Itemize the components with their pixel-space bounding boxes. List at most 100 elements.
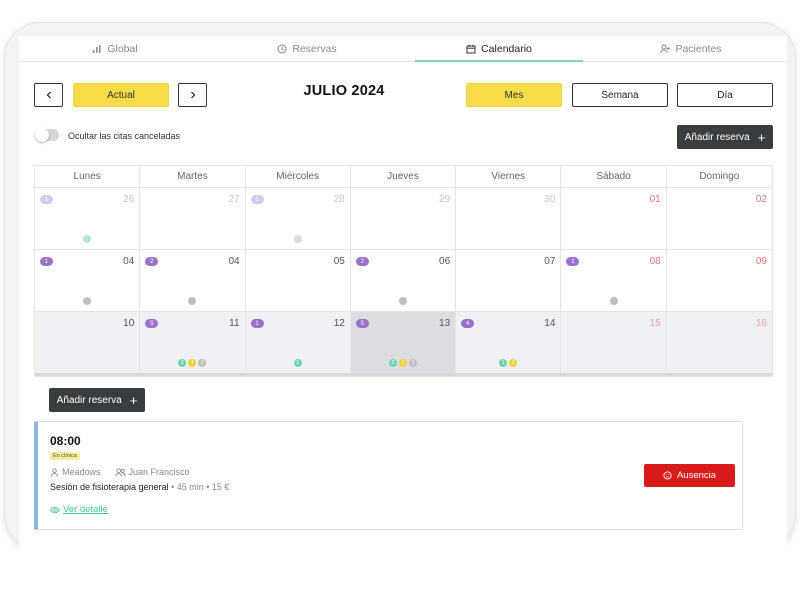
plus-icon: +: [129, 392, 138, 408]
calendar-day-cell[interactable]: 01: [561, 188, 667, 249]
calendar-day-cell[interactable]: 27: [140, 188, 246, 249]
tab-reservas-label: Reservas: [292, 42, 337, 55]
status-dot-gray: [188, 297, 197, 305]
hide-cancelled-toggle[interactable]: [35, 128, 59, 142]
calendar-day-cell[interactable]: 02: [667, 188, 772, 249]
view-week-button[interactable]: Semana: [572, 83, 668, 107]
calendar-day-cell[interactable]: 29: [351, 188, 457, 249]
user-icon: [50, 467, 59, 476]
calendar-day-cell[interactable]: 06 2: [351, 250, 457, 311]
plus-icon: +: [757, 129, 766, 145]
tab-global[interactable]: Global: [19, 36, 211, 61]
prev-month-button[interactable]: [34, 83, 63, 107]
day-number: 02: [755, 194, 767, 205]
patient-name: Juan Francisco: [128, 467, 190, 477]
day-number: 16: [755, 318, 767, 329]
calendar-day-cell[interactable]: 28 1: [246, 188, 351, 249]
panel-add-booking-label: Añadir reserva: [56, 394, 122, 406]
today-button[interactable]: Actual: [73, 83, 169, 107]
appointment-people: Meadows Juan Francisco: [50, 467, 190, 477]
day-number: 07: [544, 256, 556, 267]
session-meta: • 45 min • 15 €: [171, 482, 230, 492]
status-dot-teal: 1: [499, 359, 508, 367]
calendar-day-cell[interactable]: 05: [246, 250, 351, 311]
status-dot-yellow: 3: [509, 359, 518, 367]
hide-cancelled-label: Ocultar las citas canceladas: [68, 131, 181, 141]
calendar-day-cell[interactable]: 30: [456, 188, 562, 249]
view-details-link[interactable]: Ver detalle: [50, 504, 108, 515]
top-nav: Global Reservas Calendario Pacientes: [19, 36, 787, 62]
day-number: 30: [544, 194, 556, 205]
weekday-label: Miércoles: [246, 166, 351, 187]
sad-face-icon: [663, 471, 672, 480]
professional-name: Meadows: [62, 467, 101, 477]
tab-calendario-label: Calendario: [481, 42, 532, 55]
add-booking-button[interactable]: Añadir reserva +: [677, 125, 773, 149]
weekday-label: Lunes: [35, 166, 141, 187]
status-dot-gray: [609, 297, 618, 305]
weekday-header: Lunes Martes Miércoles Jueves Viernes Sá…: [35, 166, 772, 188]
absence-button[interactable]: Ausencia: [644, 464, 735, 487]
status-dot-gray: [398, 297, 407, 305]
tablet-frame: Global Reservas Calendario Pacientes Act…: [4, 22, 796, 557]
session-info: Sesión de fisioterapia general • 45 min …: [50, 482, 229, 492]
calendar-icon: [466, 44, 476, 53]
status-dot-yellow: 1: [188, 359, 197, 367]
day-number: 28: [333, 194, 345, 205]
booking-count-badge: 1: [40, 195, 53, 204]
patient: Juan Francisco: [114, 467, 190, 477]
calendar-day-cell[interactable]: 07: [456, 250, 562, 311]
month-calendar: Lunes Martes Miércoles Jueves Viernes Sá…: [34, 165, 773, 377]
day-number: 11: [229, 318, 240, 329]
tab-pacientes[interactable]: Pacientes: [595, 36, 787, 61]
day-number: 08: [649, 256, 661, 267]
next-month-button[interactable]: [178, 83, 207, 107]
day-number: 04: [228, 256, 240, 267]
month-title: JULIO 2024: [303, 83, 385, 99]
weekday-label: Domingo: [699, 171, 740, 182]
weekday-label: Sábado: [561, 166, 667, 187]
booking-count-badge: 4: [461, 319, 475, 328]
day-number: 29: [439, 194, 451, 205]
calendar-day-cell[interactable]: 09: [667, 250, 772, 311]
calendar-day-cell[interactable]: 12 1 1: [245, 312, 351, 373]
status-dot-gray: [293, 235, 302, 243]
calendar-day-cell[interactable]: 04 2: [140, 250, 246, 311]
calendar-day-cell[interactable]: 14 4 1 3: [456, 312, 562, 373]
status-dot-gray: [83, 297, 92, 305]
calendar-day-cell[interactable]: 08 1: [561, 250, 667, 311]
day-number: 14: [544, 318, 556, 329]
day-number: 12: [333, 318, 345, 329]
day-number: 26: [123, 194, 135, 205]
calendar-week: 10 11 5 2 1 2 12 1 1 13 5 2 1 2 14 4 1 3 15 16: [35, 312, 772, 376]
day-number: 04: [123, 256, 135, 267]
calendar-day-cell[interactable]: 16: [666, 312, 772, 373]
calendar-day-cell[interactable]: 11 5 2 1 2: [140, 312, 246, 373]
panel-add-booking-button[interactable]: Añadir reserva +: [49, 388, 145, 412]
booking-count-badge: 2: [355, 257, 369, 266]
calendar-day-cell[interactable]: 04 1: [35, 250, 141, 311]
status-dots: 212: [351, 359, 455, 367]
day-number: 05: [333, 256, 345, 267]
day-number: 09: [755, 256, 767, 267]
status-dots: [351, 297, 455, 305]
status-dots: [35, 235, 139, 243]
status-dot-yellow: 1: [398, 359, 407, 367]
tab-reservas[interactable]: Reservas: [211, 36, 403, 61]
calendar-day-cell[interactable]: 26 1: [35, 188, 141, 249]
appointment-card[interactable]: 08:00 En clínica Meadows Juan Francisco …: [34, 421, 743, 530]
calendar-day-cell[interactable]: 13 5 2 1 2: [350, 312, 457, 373]
calendar-week: 04 1 04 2 05 06 2 07 08 1 09: [35, 250, 772, 312]
user-plus-icon: [660, 44, 671, 53]
tab-calendario[interactable]: Calendario: [403, 36, 595, 62]
status-dot-teal: 2: [178, 359, 187, 367]
calendar-day-cell[interactable]: 15: [561, 312, 667, 373]
view-month-button[interactable]: Mes: [466, 83, 562, 107]
status-dot-gray: 2: [408, 359, 417, 367]
calendar-day-cell[interactable]: 10: [35, 312, 141, 373]
status-dots: [561, 297, 665, 305]
day-number: 01: [649, 194, 661, 205]
clock-icon: [277, 44, 287, 53]
view-day-button[interactable]: Día: [677, 83, 773, 107]
professional: Meadows: [50, 467, 101, 477]
